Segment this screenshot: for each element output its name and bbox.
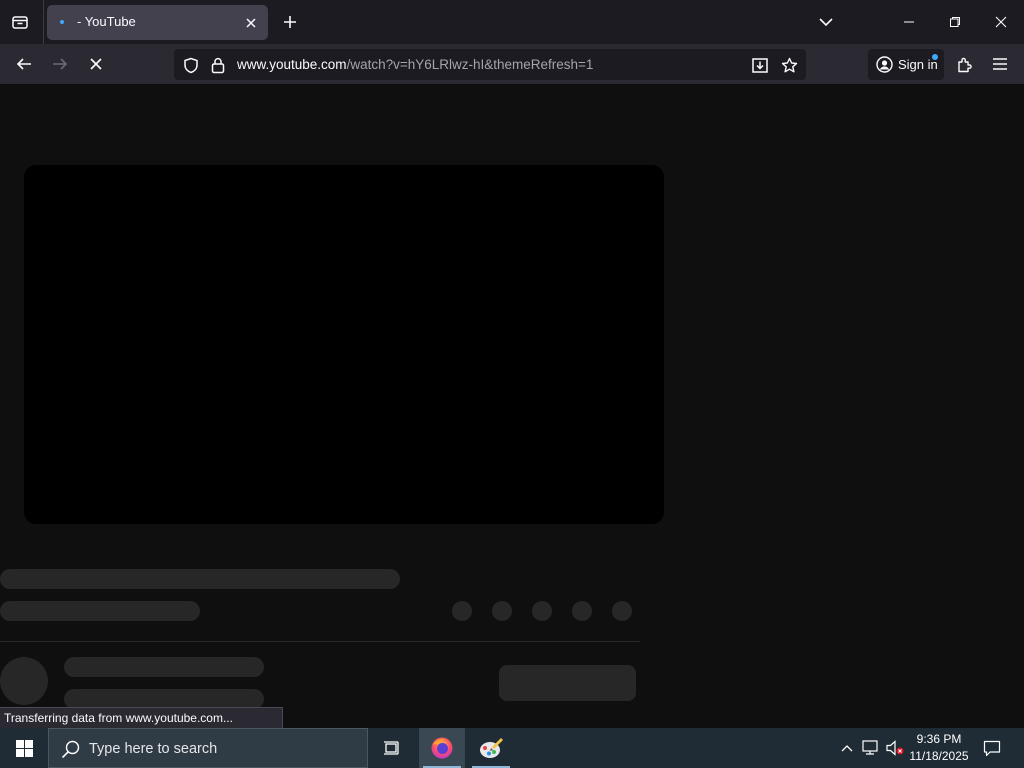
new-tab-button[interactable] (277, 9, 303, 35)
action-skeleton (572, 601, 592, 621)
youtube-favicon (60, 20, 64, 24)
subtitle-skeleton (0, 601, 200, 621)
extensions-icon (957, 57, 972, 72)
tab-title: - YouTube (77, 14, 136, 29)
volume-button[interactable] (884, 728, 906, 768)
tab-list-button[interactable] (812, 9, 840, 35)
search-placeholder: Type here to search (89, 741, 218, 757)
search-icon (61, 740, 80, 759)
channel-name-skeleton (64, 657, 264, 677)
stop-loading-button[interactable] (81, 49, 111, 79)
clock-date: 11/18/2025 (909, 749, 969, 763)
windows-start-icon (15, 739, 33, 757)
start-button[interactable] (0, 728, 48, 768)
page-content (0, 85, 1024, 728)
status-panel: Transferring data from www.youtube.com..… (0, 707, 283, 729)
paint-icon (480, 738, 503, 758)
restore-icon (950, 17, 960, 27)
back-button[interactable] (9, 49, 39, 79)
list-all-tabs-button[interactable] (6, 8, 34, 36)
sign-in-button[interactable]: Sign in (868, 49, 944, 80)
app-menu-button[interactable] (985, 49, 1015, 79)
show-hidden-icons-button[interactable] (836, 728, 858, 768)
content-divider (0, 641, 640, 642)
forward-icon (53, 58, 68, 70)
extensions-button[interactable] (949, 49, 979, 79)
new-tab-icon (284, 16, 296, 28)
task-view-icon (384, 741, 399, 755)
action-skeleton (492, 601, 512, 621)
action-skeleton (612, 601, 632, 621)
channel-meta-skeleton (64, 689, 264, 709)
notifications-icon (983, 740, 1001, 756)
window-close-button[interactable] (978, 0, 1024, 44)
url-host: www.youtube.com (237, 57, 347, 72)
forward-button[interactable] (45, 49, 75, 79)
show-hidden-icons-chevron (841, 745, 853, 752)
action-skeleton (452, 601, 472, 621)
sign-in-label: Sign in (898, 57, 938, 72)
clock-time: 9:36 PM (916, 732, 962, 746)
taskbar-firefox[interactable] (419, 728, 465, 768)
account-icon (876, 56, 893, 73)
list-all-tabs-icon (12, 16, 28, 29)
taskbar-search-box[interactable]: Type here to search (48, 728, 368, 768)
notifications-button[interactable] (978, 728, 1006, 768)
restore-button[interactable] (932, 0, 978, 44)
channel-avatar-skeleton (0, 657, 48, 705)
url-text: www.youtube.com/watch?v=hY6LRlwz-hI&them… (237, 57, 593, 72)
taskbar-paint[interactable] (468, 728, 514, 768)
network-icon (862, 740, 878, 755)
tracking-protection-shield-icon (184, 57, 198, 73)
minimize-button[interactable] (886, 0, 932, 44)
title-skeleton (0, 569, 400, 589)
app-menu-icon (993, 58, 1007, 70)
video-player[interactable] (24, 165, 664, 524)
tab-list-chevron-icon (819, 18, 833, 27)
firefox-icon (431, 737, 453, 759)
sign-in-notification-dot (932, 54, 938, 60)
install-app-button[interactable] (751, 56, 769, 74)
bookmark-button[interactable] (780, 56, 798, 74)
lock-icon (211, 57, 225, 73)
back-icon (16, 58, 31, 70)
minimize-icon (904, 21, 914, 23)
site-info-button[interactable] (209, 56, 227, 74)
subscribe-skeleton (499, 665, 636, 701)
task-view-button[interactable] (369, 728, 415, 768)
close-tab-button[interactable] (240, 12, 262, 34)
volume-muted-icon (886, 740, 904, 756)
taskbar-clock[interactable]: 9:36 PM 11/18/2025 (904, 731, 974, 765)
install-app-icon (752, 57, 768, 73)
navigation-toolbar: www.youtube.com/watch?v=hY6LRlwz-hI&them… (0, 44, 1024, 85)
active-tab[interactable]: - YouTube (47, 5, 268, 40)
taskbar: Type here to search 9:36 PM 11/18/2025 (0, 728, 1024, 768)
close-tab-icon (246, 18, 256, 28)
address-bar[interactable]: www.youtube.com/watch?v=hY6LRlwz-hI&them… (174, 49, 806, 80)
network-button[interactable] (860, 728, 882, 768)
url-path: /watch?v=hY6LRlwz-hI&themeRefresh=1 (346, 57, 594, 72)
action-skeleton (532, 601, 552, 621)
bookmark-star-icon (781, 57, 797, 72)
tracking-protection-button[interactable] (182, 56, 200, 74)
tab-strip: - YouTube (0, 0, 1024, 44)
tab-strip-separator (43, 0, 44, 44)
window-close-icon (995, 16, 1007, 28)
stop-loading-icon (90, 58, 102, 70)
